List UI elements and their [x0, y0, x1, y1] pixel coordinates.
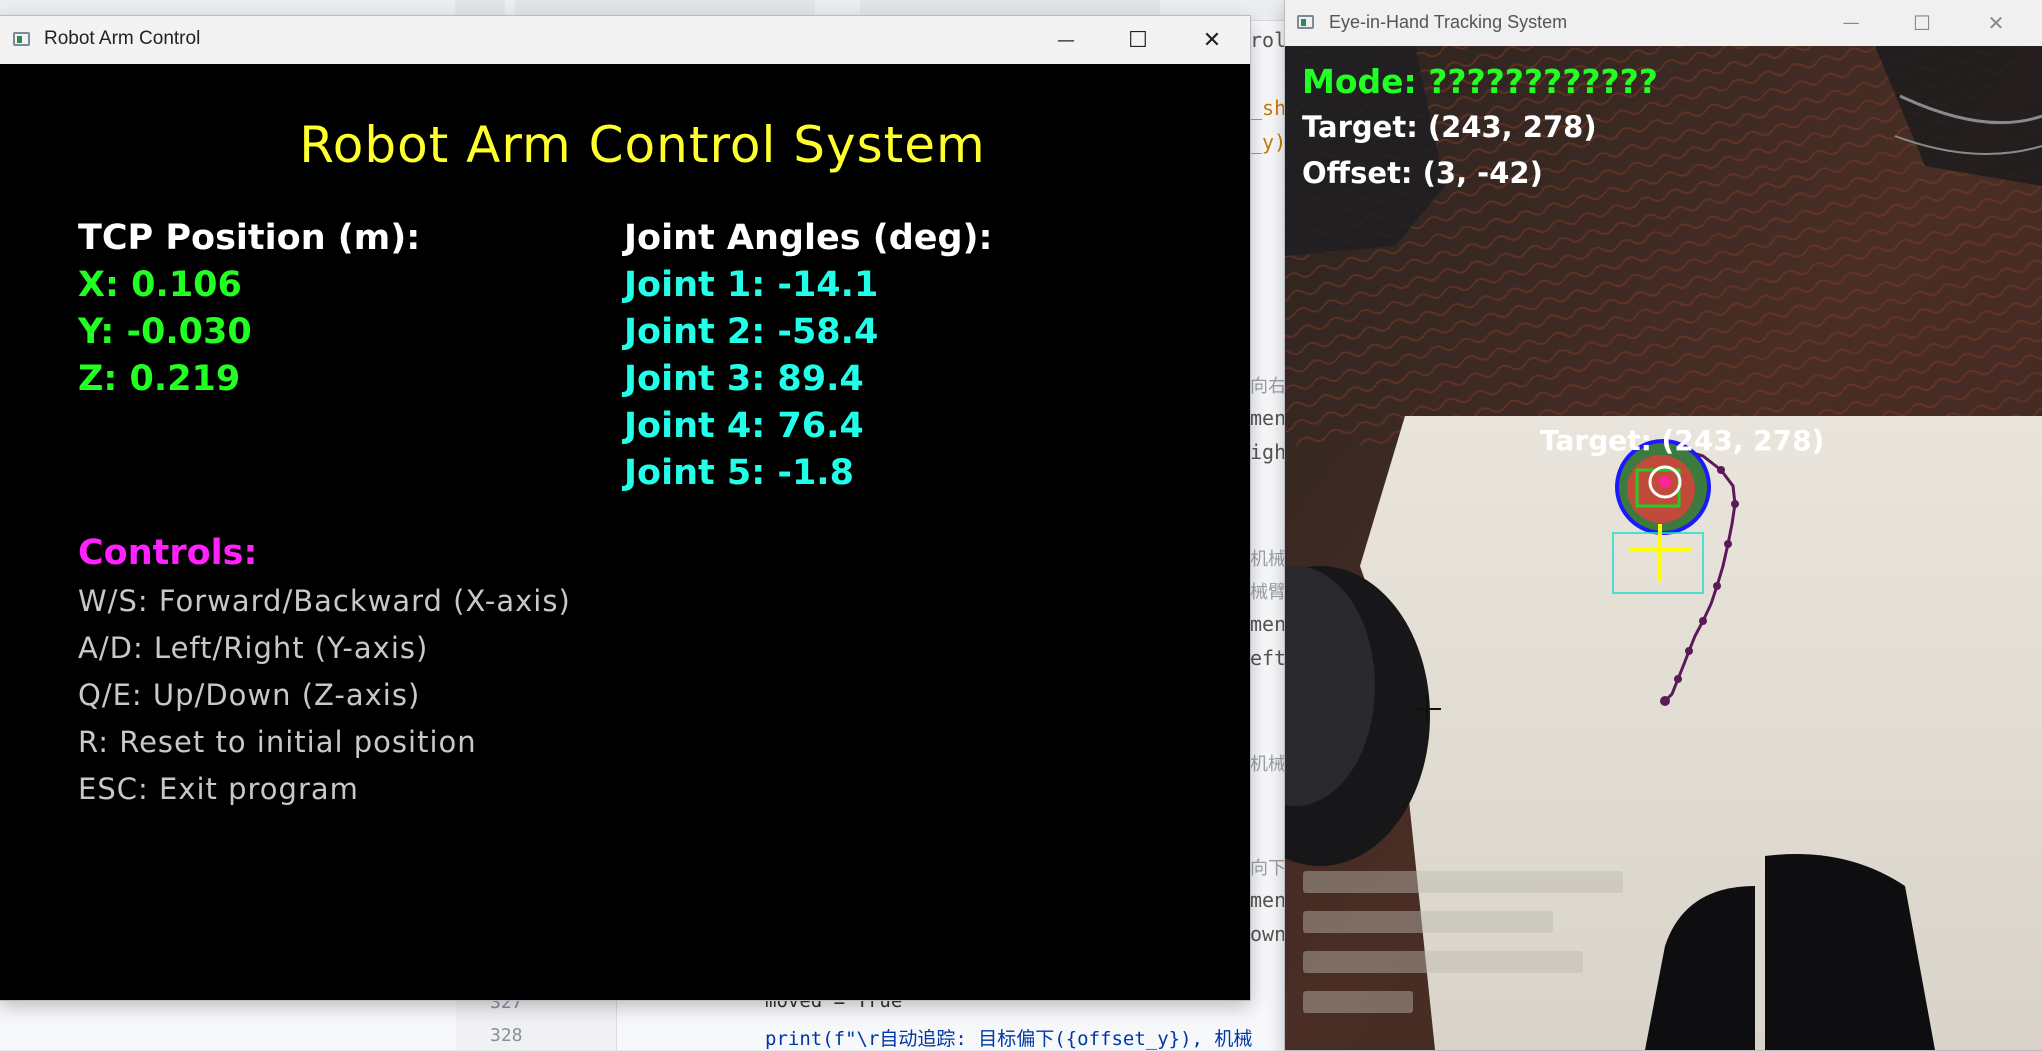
- code-fragment: men: [1250, 406, 1287, 430]
- joint-5-value: Joint 5: -1.8: [624, 453, 854, 493]
- close-button[interactable]: ✕: [1973, 0, 2019, 46]
- window-app-icon: [1297, 15, 1314, 29]
- tracking-titlebar[interactable]: Eye-in-Hand Tracking System — ☐ ✕: [1285, 0, 2042, 46]
- offset-value: Offset: (3, -42): [1302, 156, 1543, 190]
- minimize-button[interactable]: —: [1828, 0, 1874, 46]
- joint-3-value: Joint 3: 89.4: [624, 359, 864, 399]
- editor-tab[interactable]: [515, 0, 815, 16]
- control-hint: Q/E: Up/Down (Z-axis): [78, 678, 421, 712]
- joint-angles-header: Joint Angles (deg):: [624, 218, 993, 258]
- control-titlebar[interactable]: Robot Arm Control — ☐ ✕: [0, 16, 1250, 64]
- code-fragment: 机械: [1250, 754, 1286, 775]
- window-title: Eye-in-Hand Tracking System: [1329, 12, 1568, 32]
- tcp-x-value: X: 0.106: [78, 265, 242, 305]
- controls-header: Controls:: [78, 533, 258, 573]
- target-coordinates: Target: (243, 278): [1302, 110, 1597, 144]
- joint-4-value: Joint 4: 76.4: [624, 406, 864, 446]
- code-fragment: 向下: [1250, 858, 1286, 879]
- maximize-button[interactable]: ☐: [1115, 16, 1161, 64]
- control-hint: ESC: Exit program: [78, 772, 359, 806]
- editor-tab[interactable]: [860, 0, 1160, 16]
- code-fragment: 机械: [1250, 549, 1286, 570]
- tcp-position-header: TCP Position (m):: [78, 218, 421, 258]
- joint-2-value: Joint 2: -58.4: [624, 312, 879, 352]
- code-line[interactable]: print(f"\r自动追踪: 目标偏下({offset_y}), 机械: [765, 1024, 1252, 1051]
- code-fragment: eft: [1250, 646, 1287, 670]
- code-fragment: 械臂: [1250, 582, 1286, 603]
- code-fragment: men: [1250, 612, 1287, 636]
- editor-tab[interactable]: [455, 0, 505, 16]
- tracking-window[interactable]: Eye-in-Hand Tracking System — ☐ ✕ Mode: …: [1285, 0, 2042, 1050]
- window-app-icon: [13, 32, 30, 46]
- control-hint: A/D: Left/Right (Y-axis): [78, 631, 429, 665]
- maximize-button[interactable]: ☐: [1899, 0, 1945, 46]
- camera-feed[interactable]: Mode: ???????????? Target: (243, 278) Of…: [1285, 46, 2042, 1050]
- mode-status: Mode: ????????????: [1302, 62, 1658, 101]
- joint-1-value: Joint 1: -14.1: [624, 265, 879, 305]
- code-fragment: rol: [1250, 28, 1287, 52]
- target-center-dot: [1659, 476, 1671, 488]
- code-fragment: 向右: [1250, 376, 1286, 397]
- tcp-y-value: Y: -0.030: [78, 312, 252, 352]
- minimize-button[interactable]: —: [1043, 16, 1089, 64]
- control-canvas: Robot Arm Control System TCP Position (m…: [0, 64, 1250, 1000]
- target-label: Target: (243, 278): [1540, 424, 1825, 457]
- code-fragment: igh: [1250, 440, 1287, 464]
- window-title: Robot Arm Control: [44, 28, 201, 49]
- code-fragment: own: [1250, 922, 1287, 946]
- code-fragment: men: [1250, 888, 1287, 912]
- camera-scene: [1285, 46, 2042, 1050]
- system-heading: Robot Arm Control System: [299, 116, 986, 174]
- tcp-z-value: Z: 0.219: [78, 359, 241, 399]
- line-number: 328: [490, 1025, 523, 1046]
- control-hint: R: Reset to initial position: [78, 725, 477, 759]
- robot-arm-control-window[interactable]: Robot Arm Control — ☐ ✕ Robot Arm Contro…: [0, 16, 1250, 1000]
- control-hint: W/S: Forward/Backward (X-axis): [78, 584, 571, 618]
- close-button[interactable]: ✕: [1189, 16, 1235, 64]
